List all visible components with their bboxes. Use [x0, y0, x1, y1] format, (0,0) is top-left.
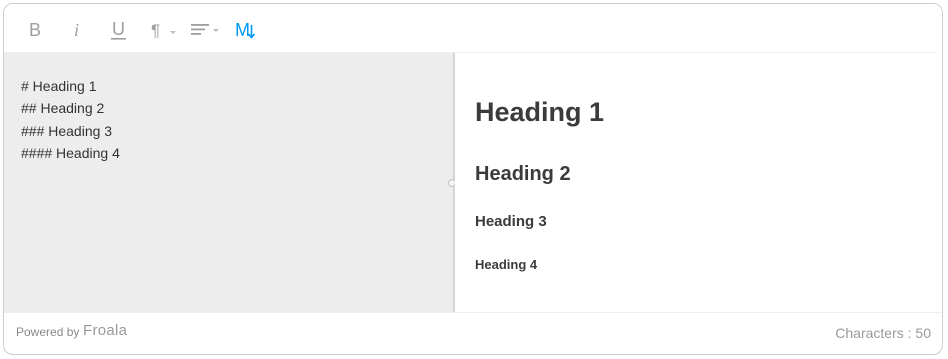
- align-left-icon: [191, 24, 219, 35]
- editor-split-view: # Heading 1 ## Heading 2 ### Heading 3 #…: [4, 53, 942, 312]
- italic-icon: i: [74, 20, 79, 40]
- froala-editor: B i U ¶ M # Heading 1 ## Heading 2 ### H…: [3, 3, 943, 355]
- paragraph-format-button[interactable]: ¶: [148, 16, 180, 42]
- preview-pane: Heading 1 Heading 2 Heading 3 Heading 4: [455, 53, 942, 312]
- preview-heading-2: Heading 2: [475, 163, 571, 185]
- markdown-line: ### Heading 3: [21, 122, 113, 139]
- align-button[interactable]: [189, 16, 223, 42]
- markdown-line: ## Heading 2: [21, 100, 105, 117]
- bold-icon: B: [29, 20, 41, 40]
- character-counter: Characters : 50: [835, 325, 931, 341]
- markdown-button[interactable]: M: [233, 16, 259, 42]
- italic-button[interactable]: i: [65, 16, 91, 42]
- markdown-line: # Heading 1: [21, 78, 97, 94]
- markdown-line: #### Heading 4: [21, 144, 120, 161]
- align-line-2: [191, 28, 205, 31]
- chevron-down-icon: [213, 29, 219, 32]
- markdown-icon-glyph: M: [235, 20, 250, 40]
- underline-button[interactable]: U: [106, 16, 132, 42]
- froala-logo-link[interactable]: Froala: [83, 322, 127, 339]
- paragraph-icon: ¶: [151, 21, 176, 40]
- preview-heading-4: Heading 4: [475, 257, 538, 272]
- chevron-down-icon: [170, 31, 176, 34]
- preview-heading-3: Heading 3: [475, 213, 547, 230]
- footer: Powered by Froala Characters : 50: [4, 312, 942, 354]
- align-line-1: [191, 24, 209, 26]
- markdown-source-pane[interactable]: # Heading 1 ## Heading 2 ### Heading 3 #…: [4, 53, 453, 312]
- italic-icon-glyph: i: [74, 20, 79, 40]
- paragraph-icon-glyph: ¶: [151, 21, 160, 40]
- underline-icon-glyph: U: [112, 19, 125, 39]
- align-line-3: [191, 33, 201, 35]
- bold-icon-glyph: B: [29, 20, 41, 40]
- underline-icon: U: [111, 19, 126, 40]
- bold-button[interactable]: B: [22, 16, 48, 42]
- markdown-icon: M: [235, 20, 256, 40]
- preview-heading-1: Heading 1: [475, 97, 605, 127]
- powered-by-label: Powered by: [16, 325, 80, 339]
- underline-icon-bar: [111, 38, 126, 40]
- toolbar: B i U ¶ M: [4, 4, 942, 53]
